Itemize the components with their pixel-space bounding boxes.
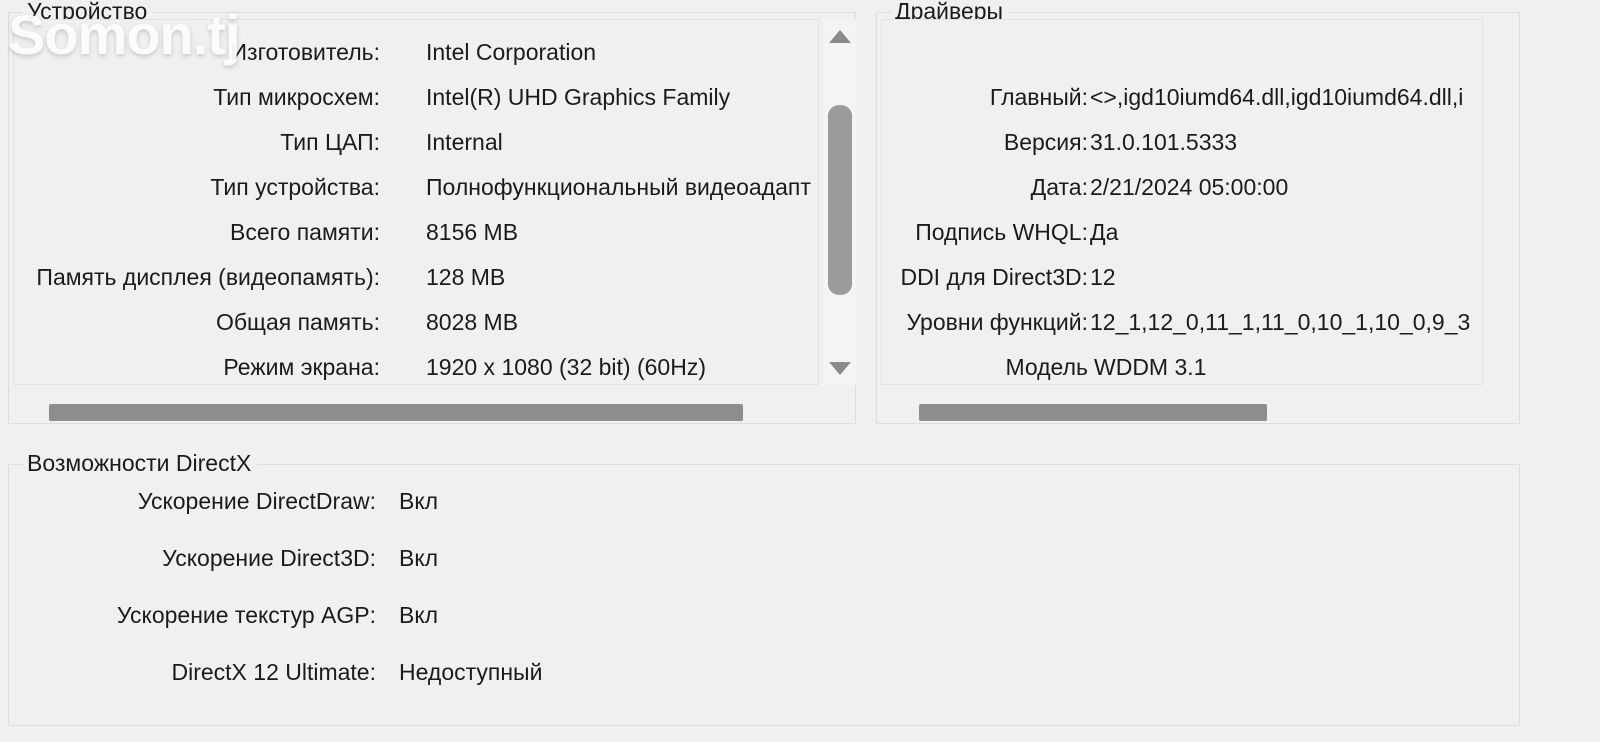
driver-row-value: 12_1,12_0,11_1,11_0,10_1,10_0,9_3 [1090, 309, 1471, 335]
device-row: Тип ЦАП: Internal [14, 120, 818, 165]
driver-row-label: Уровни функций: [906, 309, 1088, 335]
directx-feature-row: Ускорение текстур AGP: Вкл [9, 593, 1519, 638]
driver-row-label: Модель [1005, 354, 1088, 380]
device-row-label: Изготовитель: [230, 39, 380, 65]
directx-feature-label: Ускорение DirectDraw: [137, 488, 376, 514]
directx-feature-row: Ускорение Direct3D: Вкл [9, 536, 1519, 581]
device-row-label: Тип ЦАП: [280, 129, 380, 155]
driver-row-label: Главный: [989, 84, 1088, 110]
device-groupbox: Устройство Изготовитель: Intel Corporati… [8, 0, 857, 424]
device-row: Всего памяти: 8156 MB [14, 210, 818, 255]
driver-row: Версия: 31.0.101.5333 [882, 120, 1482, 165]
device-row-value: 1920 x 1080 (32 bit) (60Hz) [426, 354, 706, 380]
directx-feature-value: Вкл [399, 545, 439, 571]
device-row-label: Режим экрана: [223, 354, 380, 380]
driver-row-value: <>,igd10iumd64.dll,igd10iumd64.dll,i [1090, 84, 1464, 110]
driver-row: Подпись WHQL: Да [882, 210, 1482, 255]
driver-row: Уровни функций: 12_1,12_0,11_1,11_0,10_1… [882, 300, 1482, 345]
device-horizontal-scrollbar[interactable] [13, 395, 849, 429]
drivers-horizontal-scroll-thumb[interactable] [919, 404, 1267, 421]
driver-row: Главный: <>,igd10iumd64.dll,igd10iumd64.… [882, 75, 1482, 120]
drivers-groupbox: Драйверы Главный: <>,igd10iumd64.dll,igd… [876, 0, 1520, 424]
driver-row-value: 31.0.101.5333 [1090, 129, 1238, 155]
device-horizontal-scroll-thumb[interactable] [49, 404, 743, 421]
device-row: Режим экрана: 1920 x 1080 (32 bit) (60Hz… [14, 345, 818, 384]
device-row-label: Тип микросхем: [213, 84, 380, 110]
device-vertical-scroll-thumb[interactable] [828, 105, 852, 295]
device-row-label: Общая память: [215, 309, 380, 335]
driver-row-label: Версия: [1003, 129, 1088, 155]
driver-row: Модель WDDM 3.1 [882, 345, 1482, 384]
device-row-value: Internal [426, 129, 503, 155]
directx-features-groupbox-title: Возможности DirectX [23, 449, 258, 477]
directx-feature-value: Недоступный [399, 659, 543, 685]
directx-features-groupbox: Возможности DirectX Ускорение DirectDraw… [8, 449, 1520, 726]
drivers-list-panel[interactable]: Главный: <>,igd10iumd64.dll,igd10iumd64.… [881, 19, 1483, 385]
directx-feature-label: DirectX 12 Ultimate: [171, 659, 376, 685]
directx-feature-label: Ускорение текстур AGP: [116, 602, 376, 628]
device-row: Тип устройства: Полнофункциональный виде… [14, 165, 818, 210]
driver-row: DDI для Direct3D: 12 [882, 255, 1482, 300]
driver-row-value: WDDM 3.1 [1094, 354, 1207, 380]
device-list-panel[interactable]: Изготовитель: Intel Corporation Тип микр… [13, 19, 819, 385]
device-row: Общая память: 8028 MB [14, 300, 818, 345]
device-row-value: Intel Corporation [426, 39, 597, 65]
device-row-label: Тип устройства: [210, 174, 380, 200]
device-row-label: Память дисплея (видеопамять): [36, 264, 380, 290]
device-row-value: 8028 MB [426, 309, 519, 335]
directx-feature-value: Вкл [399, 602, 439, 628]
directx-feature-label: Ускорение Direct3D: [162, 545, 376, 571]
device-row-value: Intel(R) UHD Graphics Family [426, 84, 731, 110]
directx-feature-row: DirectX 12 Ultimate: Недоступный [9, 650, 1519, 695]
driver-row-value: Да [1090, 219, 1119, 245]
device-row: Тип микросхем: Intel(R) UHD Graphics Fam… [14, 75, 818, 120]
scroll-up-arrow-icon[interactable] [822, 19, 858, 53]
driver-row-value: 12 [1090, 264, 1116, 290]
device-row-value: 128 MB [426, 264, 506, 290]
driver-row-label: Подпись WHQL: [915, 219, 1088, 245]
device-vertical-scrollbar[interactable] [821, 19, 857, 385]
device-row: Изготовитель: Intel Corporation [14, 30, 818, 75]
directx-feature-value: Вкл [399, 488, 439, 514]
driver-row-value: 2/21/2024 05:00:00 [1090, 174, 1289, 200]
scroll-down-arrow-icon[interactable] [822, 351, 858, 385]
device-row: Память дисплея (видеопамять): 128 MB [14, 255, 818, 300]
driver-row-label: DDI для Direct3D: [900, 264, 1088, 290]
driver-row: Дата: 2/21/2024 05:00:00 [882, 165, 1482, 210]
driver-row-label: Дата: [1030, 174, 1088, 200]
drivers-horizontal-scrollbar[interactable] [881, 395, 1513, 429]
device-row-label: Всего памяти: [230, 219, 380, 245]
directx-feature-row: Ускорение DirectDraw: Вкл [9, 479, 1519, 524]
device-row-value: Полнофункциональный видеоадапт [426, 174, 811, 200]
device-row-value: 8156 MB [426, 219, 519, 245]
